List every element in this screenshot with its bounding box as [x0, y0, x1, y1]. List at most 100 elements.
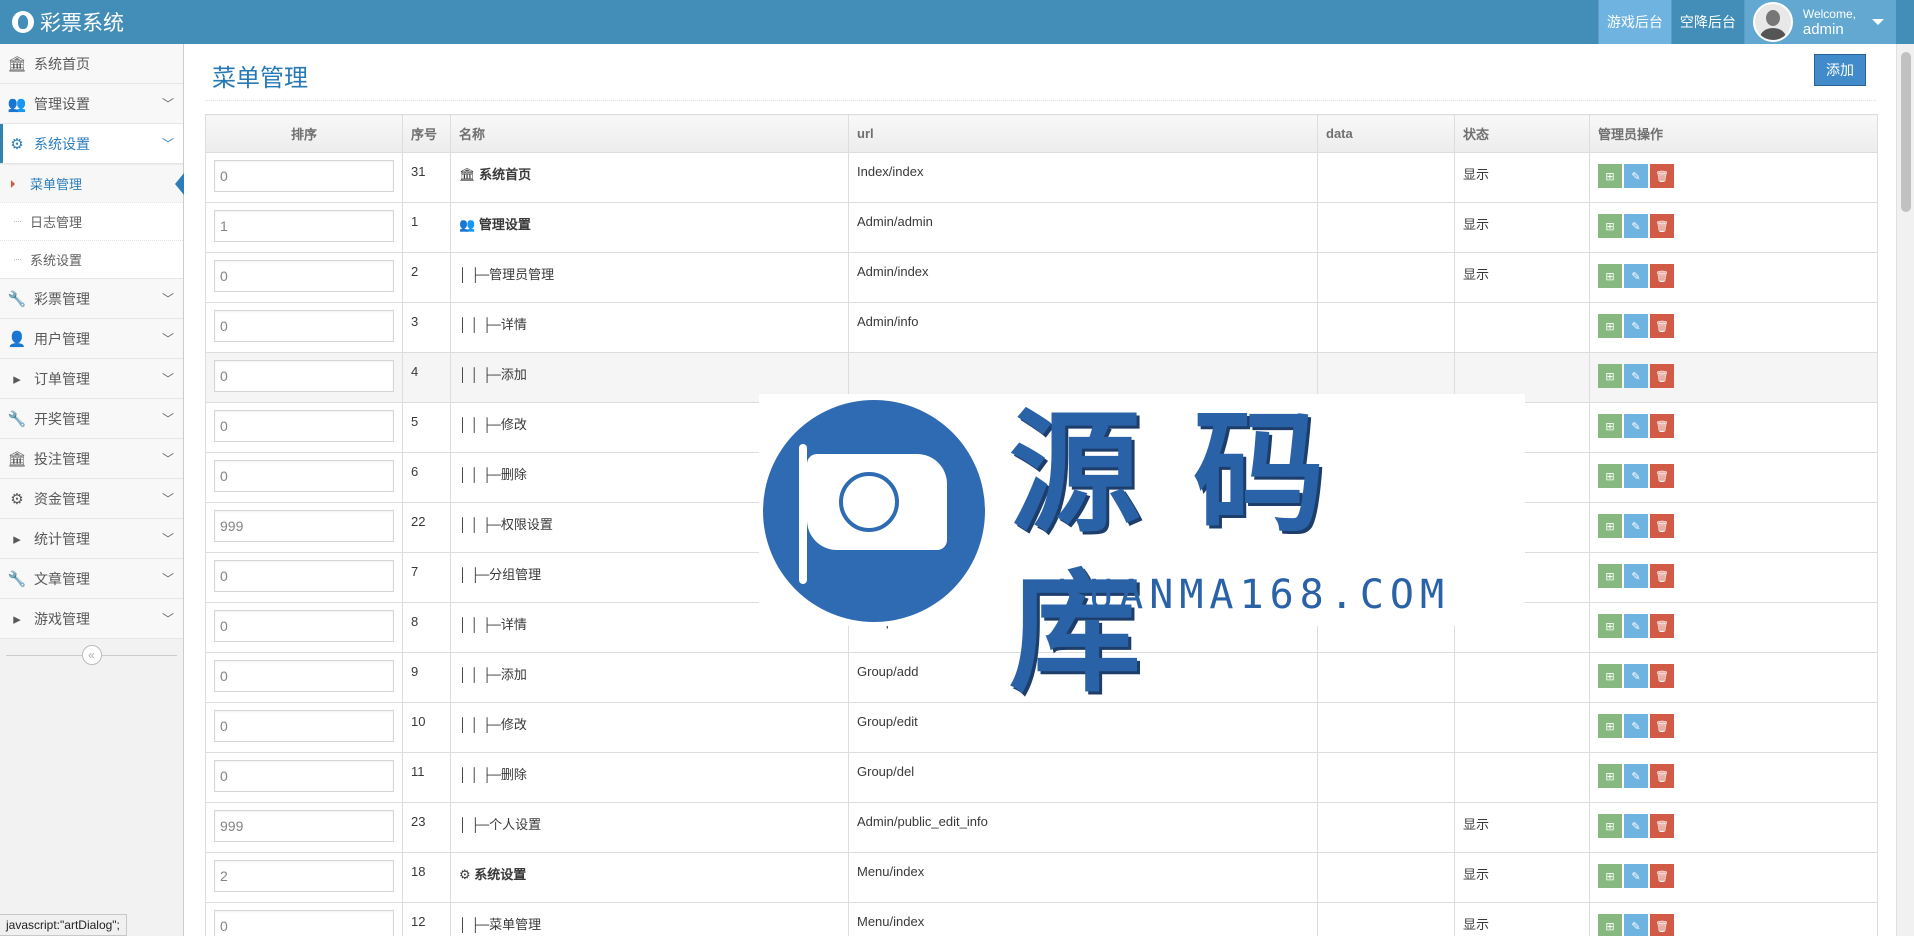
edit-button[interactable]: ✎ — [1624, 614, 1648, 638]
sidebar-item-funds[interactable]: ⚙ 资金管理 ﹀ — [0, 479, 183, 519]
sort-order-input[interactable] — [214, 160, 394, 192]
nav-link-airdrop-backend[interactable]: 空降后台 — [1670, 0, 1744, 44]
sidebar-item-system-settings[interactable]: ⚙ 系统设置 ﹀ — [0, 124, 183, 164]
add-child-button[interactable]: ⊞ — [1598, 214, 1622, 238]
delete-button[interactable]: 🗑 — [1650, 814, 1674, 838]
name-cell: │ ├─个人设置 — [450, 802, 849, 853]
add-child-button[interactable]: ⊞ — [1598, 764, 1622, 788]
sort-order-input[interactable] — [214, 610, 394, 642]
add-child-button[interactable]: ⊞ — [1598, 464, 1622, 488]
add-child-button[interactable]: ⊞ — [1598, 814, 1622, 838]
sort-order-input[interactable] — [214, 660, 394, 692]
sort-order-input[interactable] — [214, 210, 394, 242]
id-cell: 23 — [402, 802, 451, 853]
sort-order-input[interactable] — [214, 260, 394, 292]
sort-order-input[interactable] — [214, 560, 394, 592]
sort-order-input[interactable] — [214, 910, 394, 936]
sidebar-item-stats[interactable]: ▸ 统计管理 ﹀ — [0, 519, 183, 559]
edit-button[interactable]: ✎ — [1624, 564, 1648, 588]
add-child-button[interactable]: ⊞ — [1598, 864, 1622, 888]
edit-button[interactable]: ✎ — [1624, 514, 1648, 538]
delete-button[interactable]: 🗑 — [1650, 864, 1674, 888]
add-child-button[interactable]: ⊞ — [1598, 664, 1622, 688]
delete-button[interactable]: 🗑 — [1650, 514, 1674, 538]
col-header-name[interactable]: 名称 — [450, 114, 849, 153]
add-child-button[interactable]: ⊞ — [1598, 914, 1622, 936]
add-child-button[interactable]: ⊞ — [1598, 364, 1622, 388]
edit-button[interactable]: ✎ — [1624, 364, 1648, 388]
add-child-button[interactable]: ⊞ — [1598, 164, 1622, 188]
vertical-scrollbar[interactable] — [1896, 44, 1914, 936]
sidebar-subitem-menu-manage[interactable]: 菜单管理 — [0, 164, 184, 202]
add-child-button[interactable]: ⊞ — [1598, 264, 1622, 288]
edit-button[interactable]: ✎ — [1624, 164, 1648, 188]
double-chevron-left-icon[interactable]: « — [81, 645, 102, 665]
col-header-id[interactable]: 序号 — [402, 114, 451, 153]
menu-name: 系统首页 — [479, 167, 532, 182]
edit-button[interactable]: ✎ — [1624, 714, 1648, 738]
sort-order-input[interactable] — [214, 810, 394, 842]
delete-button[interactable]: 🗑 — [1650, 564, 1674, 588]
col-header-url[interactable]: url — [848, 114, 1318, 153]
ops-cell: ⊞ ✎ 🗑 — [1589, 702, 1878, 753]
id-cell: 18 — [402, 852, 451, 903]
sidebar-subitem-log-manage[interactable]: 日志管理 — [0, 202, 183, 240]
peace-icon — [839, 472, 899, 532]
col-header-sort[interactable]: 排序 — [205, 114, 403, 153]
edit-button[interactable]: ✎ — [1624, 264, 1648, 288]
sidebar-item-games[interactable]: ▸ 游戏管理 ﹀ — [0, 599, 183, 639]
sidebar-item-home[interactable]: 🏛 系统首页 — [0, 44, 183, 84]
sidebar-item-lottery[interactable]: 🔧 彩票管理 ﹀ — [0, 279, 183, 319]
edit-button[interactable]: ✎ — [1624, 214, 1648, 238]
sort-order-input[interactable] — [214, 760, 394, 792]
edit-button[interactable]: ✎ — [1624, 764, 1648, 788]
delete-button[interactable]: 🗑 — [1650, 164, 1674, 188]
sidebar-item-users[interactable]: 👤 用户管理 ﹀ — [0, 319, 183, 359]
delete-button[interactable]: 🗑 — [1650, 364, 1674, 388]
sort-order-input[interactable] — [214, 510, 394, 542]
sidebar-item-bets[interactable]: 🏛 投注管理 ﹀ — [0, 439, 183, 479]
edit-button[interactable]: ✎ — [1624, 414, 1648, 438]
edit-button[interactable]: ✎ — [1624, 464, 1648, 488]
delete-button[interactable]: 🗑 — [1650, 914, 1674, 936]
sort-order-input[interactable] — [214, 860, 394, 892]
col-header-status[interactable]: 状态 — [1454, 114, 1590, 153]
delete-button[interactable]: 🗑 — [1650, 414, 1674, 438]
sidebar-item-manage-settings[interactable]: 👥 管理设置 ﹀ — [0, 84, 183, 124]
add-button[interactable]: 添加 — [1814, 54, 1866, 86]
sidebar-subitem-system-settings[interactable]: 系统设置 — [0, 240, 183, 278]
sidebar-item-articles[interactable]: 🔧 文章管理 ﹀ — [0, 559, 183, 599]
sort-order-input[interactable] — [214, 710, 394, 742]
user-menu[interactable]: Welcome, admin — [1743, 0, 1896, 44]
sort-order-input[interactable] — [214, 410, 394, 442]
delete-button[interactable]: 🗑 — [1650, 314, 1674, 338]
scrollbar-thumb[interactable] — [1901, 52, 1911, 212]
delete-button[interactable]: 🗑 — [1650, 714, 1674, 738]
sort-order-input[interactable] — [214, 460, 394, 492]
delete-button[interactable]: 🗑 — [1650, 614, 1674, 638]
sort-order-input[interactable] — [214, 310, 394, 342]
delete-button[interactable]: 🗑 — [1650, 764, 1674, 788]
col-header-data[interactable]: data — [1317, 114, 1455, 153]
brand[interactable]: 彩票系统 — [12, 0, 124, 44]
sidebar-item-orders[interactable]: ▸ 订单管理 ﹀ — [0, 359, 183, 399]
add-child-button[interactable]: ⊞ — [1598, 514, 1622, 538]
delete-button[interactable]: 🗑 — [1650, 264, 1674, 288]
add-child-button[interactable]: ⊞ — [1598, 314, 1622, 338]
delete-button[interactable]: 🗑 — [1650, 214, 1674, 238]
edit-button[interactable]: ✎ — [1624, 814, 1648, 838]
sidebar-item-draw[interactable]: 🔧 开奖管理 ﹀ — [0, 399, 183, 439]
add-child-button[interactable]: ⊞ — [1598, 414, 1622, 438]
add-child-button[interactable]: ⊞ — [1598, 564, 1622, 588]
edit-button[interactable]: ✎ — [1624, 314, 1648, 338]
nav-link-game-backend[interactable]: 游戏后台 — [1597, 0, 1671, 44]
add-child-button[interactable]: ⊞ — [1598, 614, 1622, 638]
edit-button[interactable]: ✎ — [1624, 864, 1648, 888]
add-child-button[interactable]: ⊞ — [1598, 714, 1622, 738]
edit-button[interactable]: ✎ — [1624, 914, 1648, 936]
sort-order-input[interactable] — [214, 360, 394, 392]
delete-button[interactable]: 🗑 — [1650, 464, 1674, 488]
edit-button[interactable]: ✎ — [1624, 664, 1648, 688]
delete-button[interactable]: 🗑 — [1650, 664, 1674, 688]
name-cell: │ │ ├─删除 — [450, 752, 849, 803]
